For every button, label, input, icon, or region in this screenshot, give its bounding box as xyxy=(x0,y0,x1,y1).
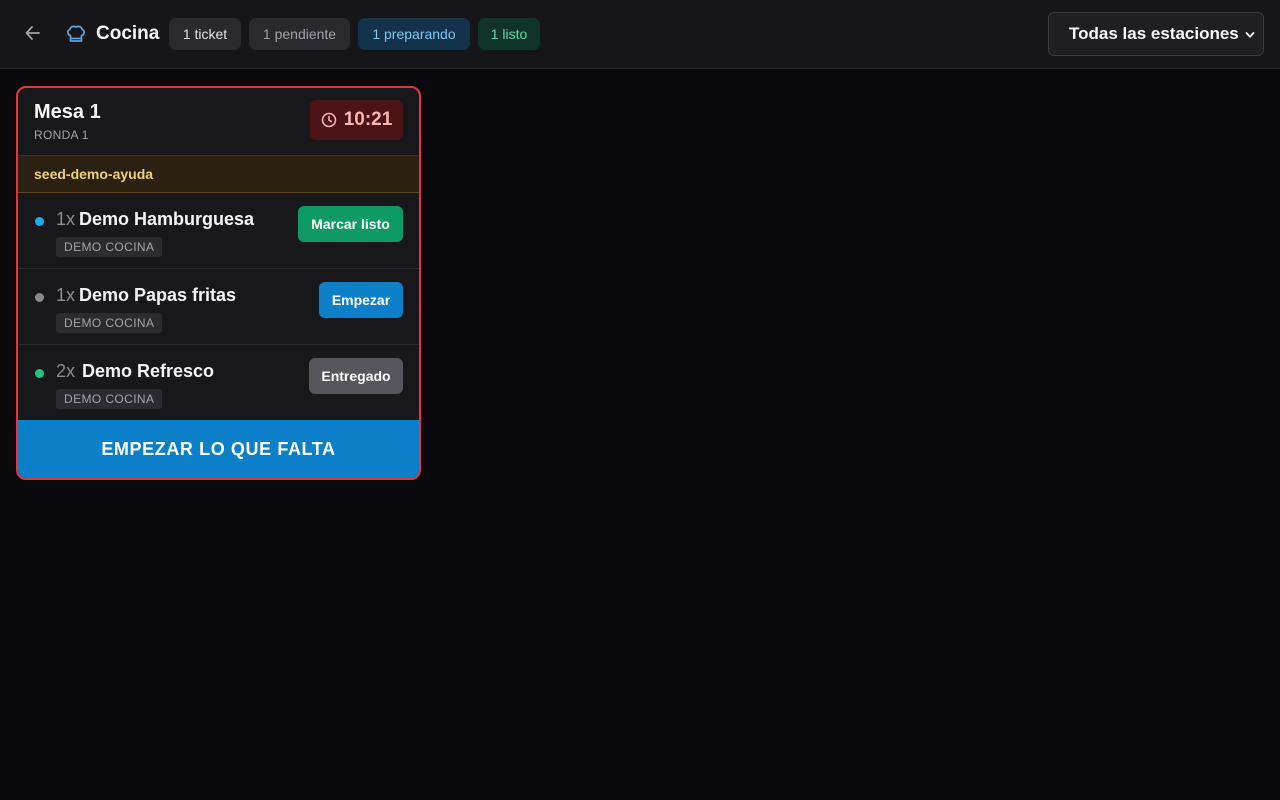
station-tag: DEMO COCINA xyxy=(56,389,163,409)
timer-value: 10:21 xyxy=(343,109,393,130)
ticket-note: seed-demo-ayuda xyxy=(18,155,419,193)
tickets-count-badge: 1 ticket xyxy=(169,18,241,50)
item-name: Demo Hamburguesa xyxy=(79,209,255,229)
ready-count-badge: 1 listo xyxy=(478,18,540,50)
order-item: 1x Demo Papas fritas DEMO COCINA Empezar xyxy=(18,269,419,345)
order-item: 2x Demo Refresco DEMO COCINA Entregado xyxy=(18,345,419,421)
chevron-down-icon xyxy=(1245,32,1255,38)
preparing-count-badge: 1 preparando xyxy=(358,18,470,50)
item-quantity: 1x xyxy=(56,285,76,305)
status-dot xyxy=(35,217,44,226)
station-tag: DEMO COCINA xyxy=(56,237,163,257)
item-quantity: 1x xyxy=(56,209,76,229)
status-dot xyxy=(35,293,44,302)
page-title: Cocina xyxy=(96,23,160,44)
station-tag: DEMO COCINA xyxy=(56,313,163,333)
item-name: Demo Papas fritas xyxy=(79,285,237,305)
back-button[interactable] xyxy=(21,21,45,45)
round-label: RONDA 1 xyxy=(34,128,89,142)
elapsed-timer: 10:21 xyxy=(310,100,403,140)
delivered-button[interactable]: Entregado xyxy=(309,358,403,394)
start-button[interactable]: Empezar xyxy=(319,282,403,318)
item-name: Demo Refresco xyxy=(82,361,215,381)
station-filter-select[interactable]: Todas las estaciones xyxy=(1048,12,1264,56)
status-dot xyxy=(35,369,44,378)
order-ticket-card: Mesa 1 RONDA 1 10:21 seed-demo-ayuda 1x … xyxy=(16,86,421,480)
pending-count-badge: 1 pendiente xyxy=(249,18,350,50)
start-remaining-button[interactable]: EMPEZAR LO QUE FALTA xyxy=(18,420,419,478)
clock-icon xyxy=(321,112,336,128)
ticket-header: Mesa 1 RONDA 1 10:21 xyxy=(18,88,419,155)
item-quantity: 2x xyxy=(56,361,76,381)
mark-ready-button[interactable]: Marcar listo xyxy=(298,206,403,242)
table-name: Mesa 1 xyxy=(34,101,101,123)
arrow-left-icon xyxy=(25,26,40,40)
chef-hat-icon xyxy=(67,25,85,42)
top-bar: Cocina 1 ticket 1 pendiente 1 preparando… xyxy=(0,0,1280,69)
order-item: 1x Demo Hamburguesa DEMO COCINA Marcar l… xyxy=(18,193,419,269)
station-filter-value: Todas las estaciones xyxy=(1069,24,1239,43)
